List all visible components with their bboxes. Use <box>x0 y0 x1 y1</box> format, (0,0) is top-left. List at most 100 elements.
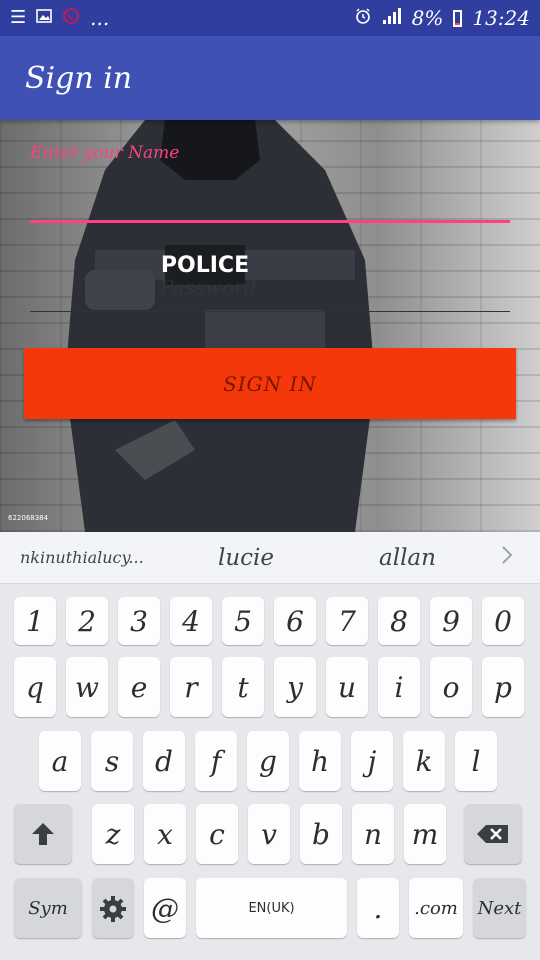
letter-key-i[interactable]: i <box>378 657 420 717</box>
letter-key-h[interactable]: h <box>299 731 341 791</box>
sym-key[interactable]: Sym <box>14 878 82 938</box>
letter-key-o[interactable]: o <box>430 657 472 717</box>
letter-key-k[interactable]: k <box>403 731 445 791</box>
letter-key-r[interactable]: r <box>170 657 212 717</box>
clock: 13:24 <box>472 6 530 30</box>
letter-key-f[interactable]: f <box>195 731 237 791</box>
letter-key-label: o <box>442 670 460 704</box>
list-icon: ☰ <box>10 7 27 28</box>
image-icon <box>36 9 52 27</box>
letter-key-label: h <box>310 744 330 778</box>
letter-key-d[interactable]: d <box>143 731 185 791</box>
number-key-8[interactable]: 8 <box>378 597 420 645</box>
number-key-label: 0 <box>494 604 512 638</box>
letter-key-label: g <box>259 744 277 778</box>
sign-in-button[interactable]: SIGN IN <box>24 348 516 419</box>
shift-icon <box>32 823 54 845</box>
background-image: POLICE 622068384 <box>0 120 540 532</box>
suggestion-item[interactable]: allan <box>379 545 436 571</box>
period-key-label: . <box>373 891 383 925</box>
signal-icon <box>382 7 402 29</box>
number-key-label: 7 <box>338 604 356 638</box>
number-key-3[interactable]: 3 <box>118 597 160 645</box>
letter-key-label: n <box>363 817 383 851</box>
dotcom-key[interactable]: .com <box>409 878 463 938</box>
letter-key-s[interactable]: s <box>91 731 133 791</box>
letter-key-z[interactable]: z <box>92 804 134 864</box>
password-input-underline <box>30 311 510 312</box>
letter-key-n[interactable]: n <box>352 804 394 864</box>
letter-key-u[interactable]: u <box>326 657 368 717</box>
number-key-9[interactable]: 9 <box>430 597 472 645</box>
letter-key-c[interactable]: c <box>196 804 238 864</box>
letter-key-label: z <box>105 817 121 851</box>
number-key-label: 6 <box>286 604 304 638</box>
letter-key-label: p <box>494 670 512 704</box>
chevron-right-icon[interactable] <box>500 544 514 572</box>
letter-key-label: w <box>75 670 99 704</box>
at-key-label: @ <box>151 891 179 925</box>
letter-key-label: e <box>130 670 148 704</box>
letter-key-label: b <box>312 817 330 851</box>
number-key-0[interactable]: 0 <box>482 597 524 645</box>
period-key[interactable]: . <box>357 878 399 938</box>
letter-key-label: f <box>210 744 222 778</box>
letter-key-label: m <box>411 817 439 851</box>
letter-key-w[interactable]: w <box>66 657 108 717</box>
number-key-2[interactable]: 2 <box>66 597 108 645</box>
status-bar: ☰ ... 8% 13:24 <box>0 0 540 36</box>
letter-key-label: i <box>394 670 404 704</box>
number-key-label: 4 <box>182 604 200 638</box>
letter-key-label: l <box>471 744 481 778</box>
letter-key-b[interactable]: b <box>300 804 342 864</box>
letter-key-label: y <box>287 670 303 704</box>
number-key-6[interactable]: 6 <box>274 597 316 645</box>
letter-key-g[interactable]: g <box>247 731 289 791</box>
number-key-1[interactable]: 1 <box>14 597 56 645</box>
battery-icon <box>453 9 463 27</box>
letter-key-v[interactable]: v <box>248 804 290 864</box>
backspace-icon <box>477 825 508 843</box>
letter-key-e[interactable]: e <box>118 657 160 717</box>
letter-key-label: u <box>337 670 357 704</box>
password-input[interactable]: Password <box>160 275 257 299</box>
letter-key-label: c <box>209 817 225 851</box>
letter-key-label: t <box>237 670 249 704</box>
number-key-5[interactable]: 5 <box>222 597 264 645</box>
letter-key-t[interactable]: t <box>222 657 264 717</box>
letter-key-l[interactable]: l <box>455 731 497 791</box>
suggestion-item[interactable]: nkinuthialucy... <box>20 548 144 567</box>
letter-key-m[interactable]: m <box>404 804 446 864</box>
next-key[interactable]: Next <box>473 878 526 938</box>
gear-icon <box>100 896 126 922</box>
number-key-label: 2 <box>78 604 96 638</box>
backspace-key[interactable] <box>464 804 522 864</box>
letter-key-q[interactable]: q <box>14 657 56 717</box>
app-bar: Sign in <box>0 36 540 120</box>
letter-key-label: a <box>51 744 69 778</box>
whatsapp-icon <box>62 7 80 29</box>
next-key-label: Next <box>477 897 522 919</box>
image-id-label: 622068384 <box>8 514 49 522</box>
shift-key[interactable] <box>14 804 72 864</box>
letter-key-x[interactable]: x <box>144 804 186 864</box>
number-key-4[interactable]: 4 <box>170 597 212 645</box>
at-key[interactable]: @ <box>144 878 186 938</box>
number-key-7[interactable]: 7 <box>326 597 368 645</box>
letter-key-label: r <box>184 670 198 704</box>
settings-key[interactable] <box>92 878 134 938</box>
space-key-label: EN(UK) <box>248 900 295 916</box>
dotcom-key-label: .com <box>414 897 458 919</box>
name-input[interactable]: Enter your Name <box>30 143 179 163</box>
keyboard: 1234567890 qwe r t yu i op a s d f gh j k l z x c v bnm Sym… <box>0 585 540 960</box>
letter-key-y[interactable]: y <box>274 657 316 717</box>
suggestion-item[interactable]: lucie <box>218 545 274 571</box>
letter-key-a[interactable]: a <box>39 731 81 791</box>
more-notifications-indicator: ... <box>90 6 110 30</box>
number-key-label: 8 <box>390 604 408 638</box>
space-key[interactable]: EN(UK) <box>196 878 347 938</box>
letter-key-j[interactable]: j <box>351 731 393 791</box>
letter-key-label: x <box>157 817 173 851</box>
sym-key-label: Sym <box>28 897 68 919</box>
letter-key-p[interactable]: p <box>482 657 524 717</box>
